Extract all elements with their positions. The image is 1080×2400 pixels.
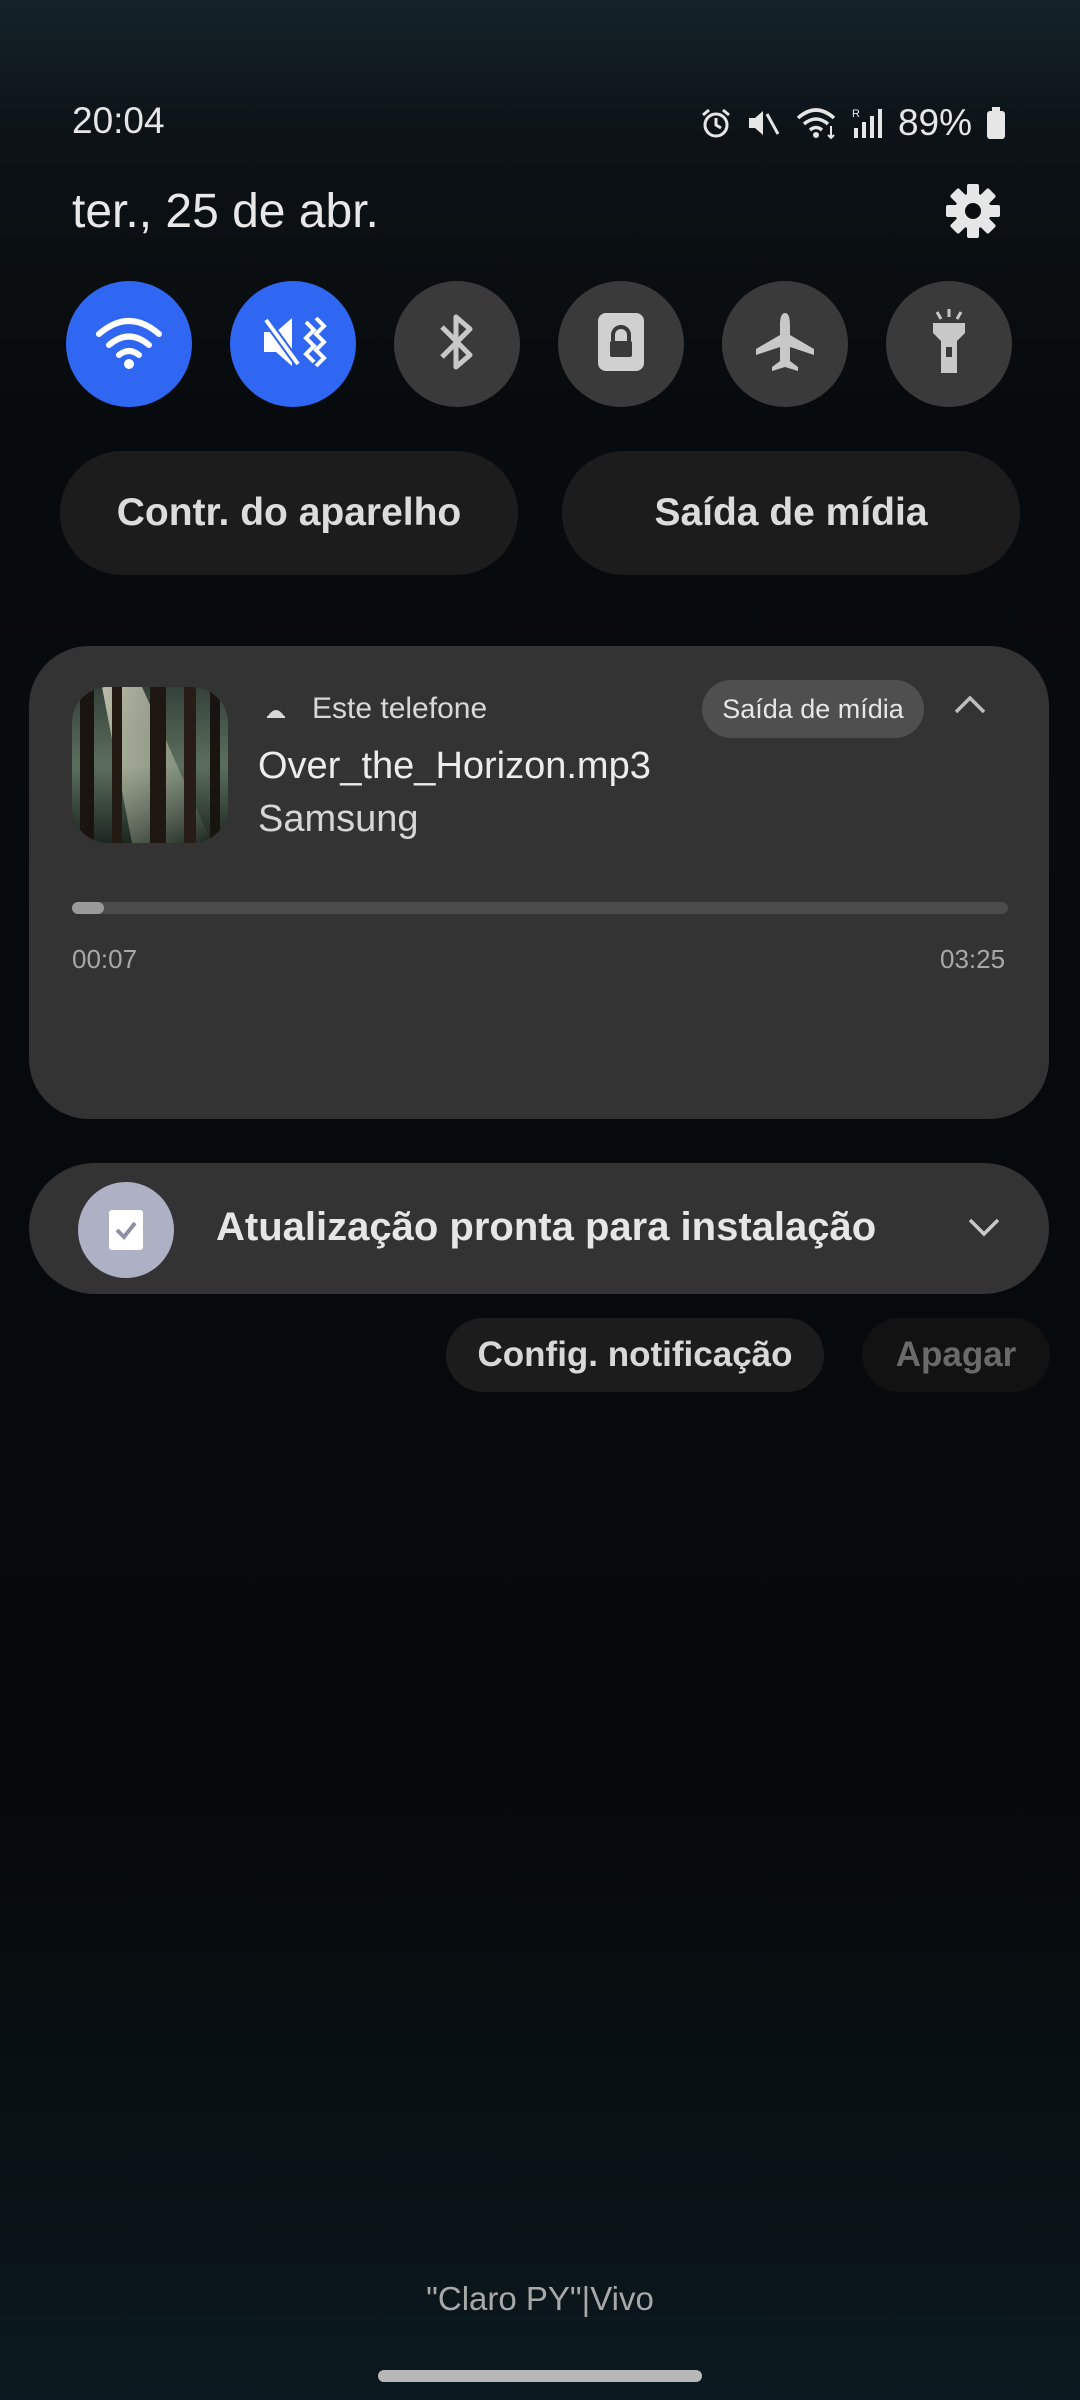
bluetooth-icon bbox=[432, 309, 482, 380]
elapsed-time: 00:07 bbox=[72, 944, 138, 974]
chevron-up-icon[interactable] bbox=[952, 692, 988, 721]
notification-text: Atualização pronta para instalação bbox=[216, 1205, 877, 1249]
checklist-icon bbox=[78, 1182, 174, 1278]
home-indicator[interactable] bbox=[378, 2370, 702, 2382]
progress-bar[interactable] bbox=[72, 902, 1008, 914]
chevron-down-icon[interactable] bbox=[966, 1216, 1002, 1245]
carrier-label: "Claro PY"|Vivo bbox=[426, 2280, 654, 2317]
track-title: Over_the_Horizon.mp3 bbox=[258, 745, 651, 787]
flashlight-icon bbox=[927, 307, 971, 382]
bluetooth-toggle[interactable] bbox=[394, 281, 520, 407]
wifi-icon bbox=[794, 106, 838, 140]
media-output-chip[interactable]: Saída de mídia bbox=[702, 680, 924, 738]
screen-lock-toggle[interactable] bbox=[558, 281, 684, 407]
total-duration: 03:25 bbox=[940, 944, 1006, 974]
svg-text:R: R bbox=[852, 108, 860, 120]
signal-icon: R bbox=[852, 106, 884, 140]
airplane-icon bbox=[752, 309, 818, 380]
playback-device-label: Este telefone bbox=[312, 692, 488, 725]
flashlight-toggle[interactable] bbox=[886, 281, 1012, 407]
lock-icon bbox=[596, 311, 646, 378]
device-control-button[interactable]: Contr. do aparelho bbox=[60, 451, 518, 575]
battery-percent: 89% bbox=[897, 102, 972, 143]
airplane-toggle[interactable] bbox=[722, 281, 848, 407]
clear-button[interactable]: Apagar bbox=[862, 1318, 1050, 1392]
battery-icon bbox=[986, 106, 1006, 140]
mute-icon bbox=[258, 312, 328, 377]
wifi-toggle[interactable] bbox=[66, 281, 192, 407]
progress-fill bbox=[72, 902, 104, 914]
gear-icon[interactable] bbox=[944, 182, 1002, 240]
alarm-icon bbox=[700, 107, 732, 139]
status-time: 20:04 bbox=[72, 100, 165, 141]
album-art[interactable] bbox=[72, 687, 228, 843]
wifi-icon bbox=[94, 314, 164, 375]
mute-icon bbox=[746, 107, 780, 139]
sound-toggle[interactable] bbox=[230, 281, 356, 407]
media-output-button[interactable]: Saída de mídia bbox=[562, 451, 1020, 575]
status-icons: R 89% bbox=[700, 100, 1006, 146]
phone-icon bbox=[264, 700, 288, 729]
notification-settings-button[interactable]: Config. notificação bbox=[446, 1318, 824, 1392]
date-label: ter., 25 de abr. bbox=[72, 185, 379, 238]
track-artist: Samsung bbox=[258, 798, 419, 840]
